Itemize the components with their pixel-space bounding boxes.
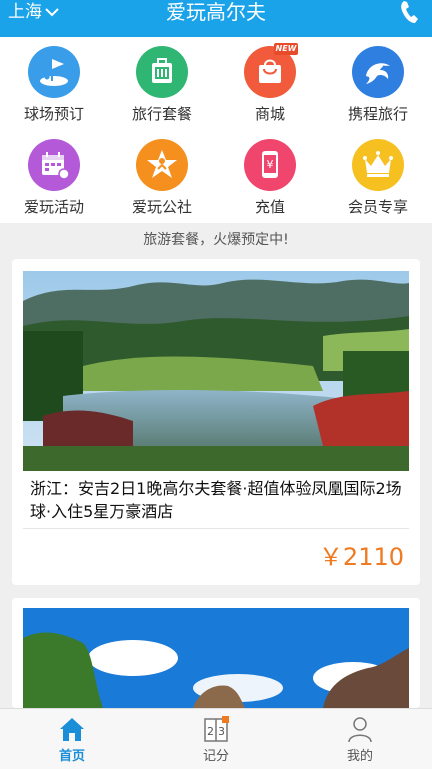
svg-text:3: 3 bbox=[218, 725, 225, 738]
home-icon bbox=[60, 718, 84, 741]
new-badge: NEW bbox=[274, 43, 298, 55]
grid-item-recharge[interactable]: ¥ 充值 bbox=[216, 130, 324, 223]
shopping-bag-icon: NEW bbox=[244, 43, 298, 98]
grid-item-mall[interactable]: NEW 商城 bbox=[216, 37, 324, 130]
svg-text:¥: ¥ bbox=[267, 158, 274, 171]
grid-item-activities[interactable]: 爱玩活动 bbox=[0, 130, 108, 223]
package-card[interactable] bbox=[12, 598, 420, 708]
mountain-photo bbox=[23, 608, 409, 708]
grid-item-label: 爱玩公社 bbox=[131, 198, 192, 216]
grid-item-label: 球场预订 bbox=[23, 105, 84, 123]
crown-icon bbox=[352, 139, 404, 191]
tab-label: 记分 bbox=[202, 749, 229, 764]
star-figure-icon bbox=[136, 139, 188, 191]
user-icon bbox=[348, 717, 372, 743]
golf-course-photo bbox=[23, 271, 409, 471]
tab-score[interactable]: 23 记分 bbox=[176, 709, 256, 769]
dolphin-icon bbox=[352, 46, 404, 98]
grid-item-label: 会员专享 bbox=[347, 198, 408, 216]
grid-item-label: 充值 bbox=[254, 198, 285, 216]
feature-grid: 球场预订 旅行套餐 NEW 商城 携程旅行 爱玩活动 爱玩公社 ¥ 充值 会员专… bbox=[0, 37, 432, 223]
luggage-icon bbox=[136, 46, 188, 98]
grid-item-label: 旅行套餐 bbox=[131, 105, 192, 123]
scorecard-icon: 23 bbox=[204, 716, 229, 742]
grid-item-ctrip[interactable]: 携程旅行 bbox=[324, 37, 432, 130]
grid-item-label: 商城 bbox=[254, 105, 285, 123]
bottom-tab-bar: 首页 23 记分 我的 bbox=[0, 708, 432, 769]
tab-home[interactable]: 首页 bbox=[32, 709, 112, 769]
golf-flag-icon bbox=[28, 46, 80, 98]
page-title: 爱玩高尔夫 bbox=[166, 0, 266, 24]
tab-label: 我的 bbox=[346, 749, 373, 764]
package-title: 浙江：安吉2日1晚高尔夫套餐·超值体验凤凰国际2场球·入住5星万豪酒店 bbox=[30, 479, 402, 521]
tab-label: 首页 bbox=[58, 749, 85, 764]
divider bbox=[23, 528, 409, 529]
package-card[interactable]: 浙江：安吉2日1晚高尔夫套餐·超值体验凤凰国际2场球·入住5星万豪酒店 ￥211… bbox=[12, 259, 420, 585]
phone-yuan-icon: ¥ bbox=[244, 139, 296, 191]
svg-text:2: 2 bbox=[207, 725, 214, 738]
tab-profile[interactable]: 我的 bbox=[320, 709, 400, 769]
phone-icon[interactable] bbox=[400, 0, 420, 24]
grid-item-label: 爱玩活动 bbox=[23, 198, 84, 216]
package-price: ￥2110 bbox=[318, 543, 404, 571]
grid-item-community[interactable]: 爱玩公社 bbox=[108, 130, 216, 223]
grid-item-member[interactable]: 会员专享 bbox=[324, 130, 432, 223]
grid-item-travel-package[interactable]: 旅行套餐 bbox=[108, 37, 216, 130]
promo-banner: 旅游套餐，火爆预定中! bbox=[143, 232, 289, 248]
grid-item-label: 携程旅行 bbox=[347, 105, 408, 123]
app-header: 上海 爱玩高尔夫 bbox=[0, 0, 432, 37]
grid-item-course-booking[interactable]: 球场预订 bbox=[0, 37, 108, 130]
calendar-icon bbox=[28, 139, 80, 191]
